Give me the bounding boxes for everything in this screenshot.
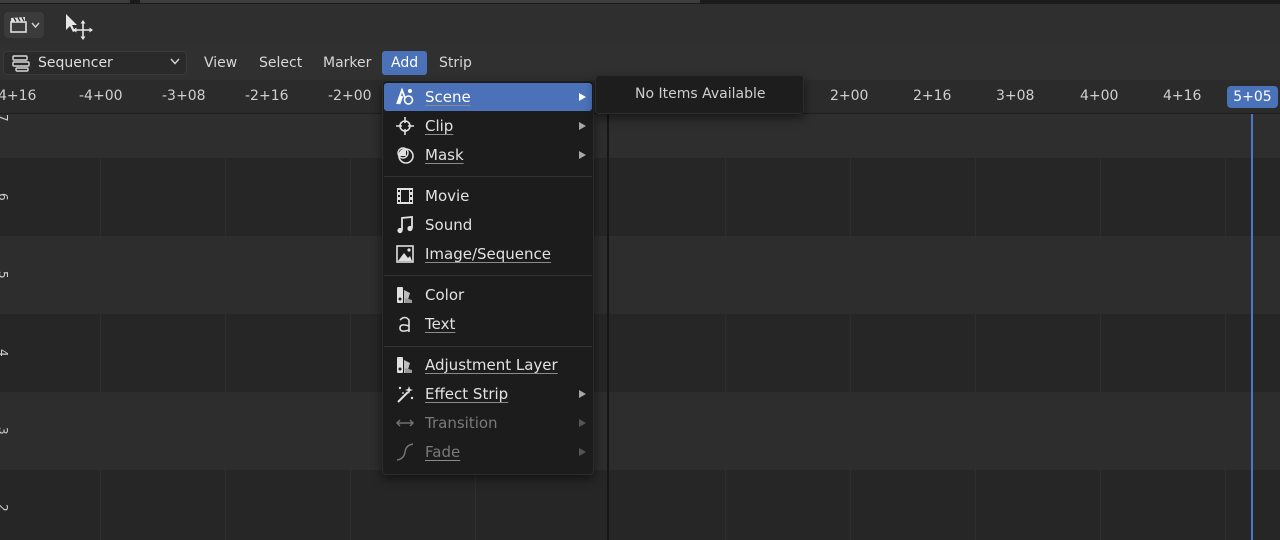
menu-view[interactable]: View	[204, 51, 237, 75]
channel-number: 5	[0, 271, 10, 279]
image-icon	[396, 245, 414, 263]
menu-item-label: Movie	[425, 187, 470, 205]
top-strip-segment	[140, 0, 700, 3]
channel-row	[0, 392, 1280, 470]
grid-line	[1225, 114, 1226, 540]
fade-icon	[396, 443, 414, 461]
menu-item-mask[interactable]: Mask	[384, 141, 592, 169]
menu-item-adjustment-layer[interactable]: Adjustment Layer	[384, 351, 592, 379]
cursor-move-icon[interactable]	[62, 12, 96, 40]
menu-item-label: Clip	[425, 117, 454, 135]
text-icon	[399, 316, 410, 332]
submenu-arrow-icon	[579, 151, 586, 159]
grid-line	[350, 114, 351, 540]
tool-header	[0, 4, 1280, 46]
top-strip-segment	[0, 0, 130, 3]
submenu-arrow-icon	[579, 419, 586, 427]
menu-item-text[interactable]: Text	[384, 310, 592, 338]
channel-row	[0, 236, 1280, 314]
channel-number: 3	[0, 427, 10, 435]
clapperboard-icon	[9, 16, 27, 33]
playhead-line[interactable]	[1251, 114, 1253, 540]
channel-row	[0, 114, 1280, 158]
submenu-arrow-icon	[579, 93, 586, 101]
menu-item-scene[interactable]: Scene	[384, 83, 592, 111]
chevron-down-icon	[30, 22, 40, 28]
grid-line	[975, 114, 976, 540]
adjustment-layer-icon	[397, 357, 412, 373]
menu-item-effect-strip[interactable]: Effect Strip	[384, 380, 592, 408]
ruler-tick: -2+16	[245, 88, 289, 104]
menu-item-label: Mask	[425, 146, 464, 164]
channel-row	[0, 470, 1280, 540]
scene-icon	[396, 87, 414, 105]
menu-separator	[384, 176, 592, 177]
mask-icon	[397, 147, 414, 164]
playhead-frame-label[interactable]: 5+05	[1227, 86, 1278, 108]
menu-item-transition[interactable]: Transition	[384, 409, 592, 437]
menu-item-image-sequence[interactable]: Image/Sequence	[384, 240, 592, 268]
menu-marker[interactable]: Marker	[323, 51, 371, 75]
menu-item-label: Scene	[425, 88, 471, 106]
add-menu: Scene Clip Mask Movie Sound Image/Sequen…	[382, 80, 594, 475]
menu-item-label: Effect Strip	[425, 385, 509, 403]
ruler-tick: 2+16	[913, 88, 952, 104]
channel-number: 6	[0, 193, 10, 201]
menu-item-label: Adjustment Layer	[425, 356, 558, 374]
channel-row	[0, 314, 1280, 392]
menu-item-label: Text	[425, 315, 456, 333]
grid-line	[1100, 114, 1101, 540]
ruler-tick: 2+00	[830, 88, 869, 104]
menu-select[interactable]: Select	[259, 51, 302, 75]
ruler-tick: -2+00	[328, 88, 372, 104]
menu-item-label: Fade	[425, 443, 461, 461]
scene-submenu: No Items Available	[595, 75, 804, 114]
ruler-tick: 4+16	[0, 88, 37, 104]
channel-number: 4	[0, 349, 10, 357]
menu-add[interactable]: Add	[382, 51, 428, 75]
no-items-text: No Items Available	[635, 86, 766, 102]
color-icon	[397, 287, 412, 303]
menu-item-label: Sound	[425, 216, 473, 234]
effect-strip-icon	[397, 386, 414, 403]
movie-icon	[397, 188, 413, 204]
menu-item-clip[interactable]: Clip	[384, 112, 592, 140]
menu-separator	[384, 275, 592, 276]
channel-number: 2	[0, 504, 10, 512]
clip-icon	[396, 117, 414, 135]
menu-item-fade[interactable]: Fade	[384, 438, 592, 466]
editor-mode-dropdown[interactable]: Sequencer	[3, 51, 187, 75]
sequencer-icon	[12, 55, 30, 72]
ruler-tick: 3+08	[996, 88, 1035, 104]
grid-line	[100, 114, 101, 540]
grid-line	[850, 114, 851, 540]
ruler-tick: 4+00	[1080, 88, 1119, 104]
ruler-tick: -3+08	[162, 88, 206, 104]
sound-icon	[397, 216, 413, 234]
editor-mode-label: Sequencer	[38, 55, 113, 71]
ruler-tick: -4+00	[79, 88, 123, 104]
submenu-arrow-icon	[579, 390, 586, 398]
grid-line	[225, 114, 226, 540]
ruler-tick: 4+16	[1163, 88, 1202, 104]
menu-item-movie[interactable]: Movie	[384, 182, 592, 210]
menu-item-label: Image/Sequence	[425, 245, 552, 263]
submenu-arrow-icon	[579, 122, 586, 130]
grid-line	[725, 114, 726, 540]
submenu-arrow-icon	[579, 448, 586, 456]
menu-separator	[384, 346, 592, 347]
menu-strip[interactable]: Strip	[439, 51, 472, 75]
chevron-down-icon	[170, 58, 180, 65]
sequencer-timeline[interactable]: 7 6 5 4 3 2	[0, 114, 1280, 540]
channel-row	[0, 158, 1280, 236]
boundary-line	[607, 114, 609, 540]
menu-item-sound[interactable]: Sound	[384, 211, 592, 239]
menu-item-label: Transition	[425, 414, 498, 432]
editor-type-button[interactable]	[4, 12, 44, 38]
channel-number: 7	[0, 114, 10, 122]
menu-item-label: Color	[425, 286, 465, 304]
transition-icon	[396, 419, 414, 427]
menu-item-color[interactable]: Color	[384, 281, 592, 309]
